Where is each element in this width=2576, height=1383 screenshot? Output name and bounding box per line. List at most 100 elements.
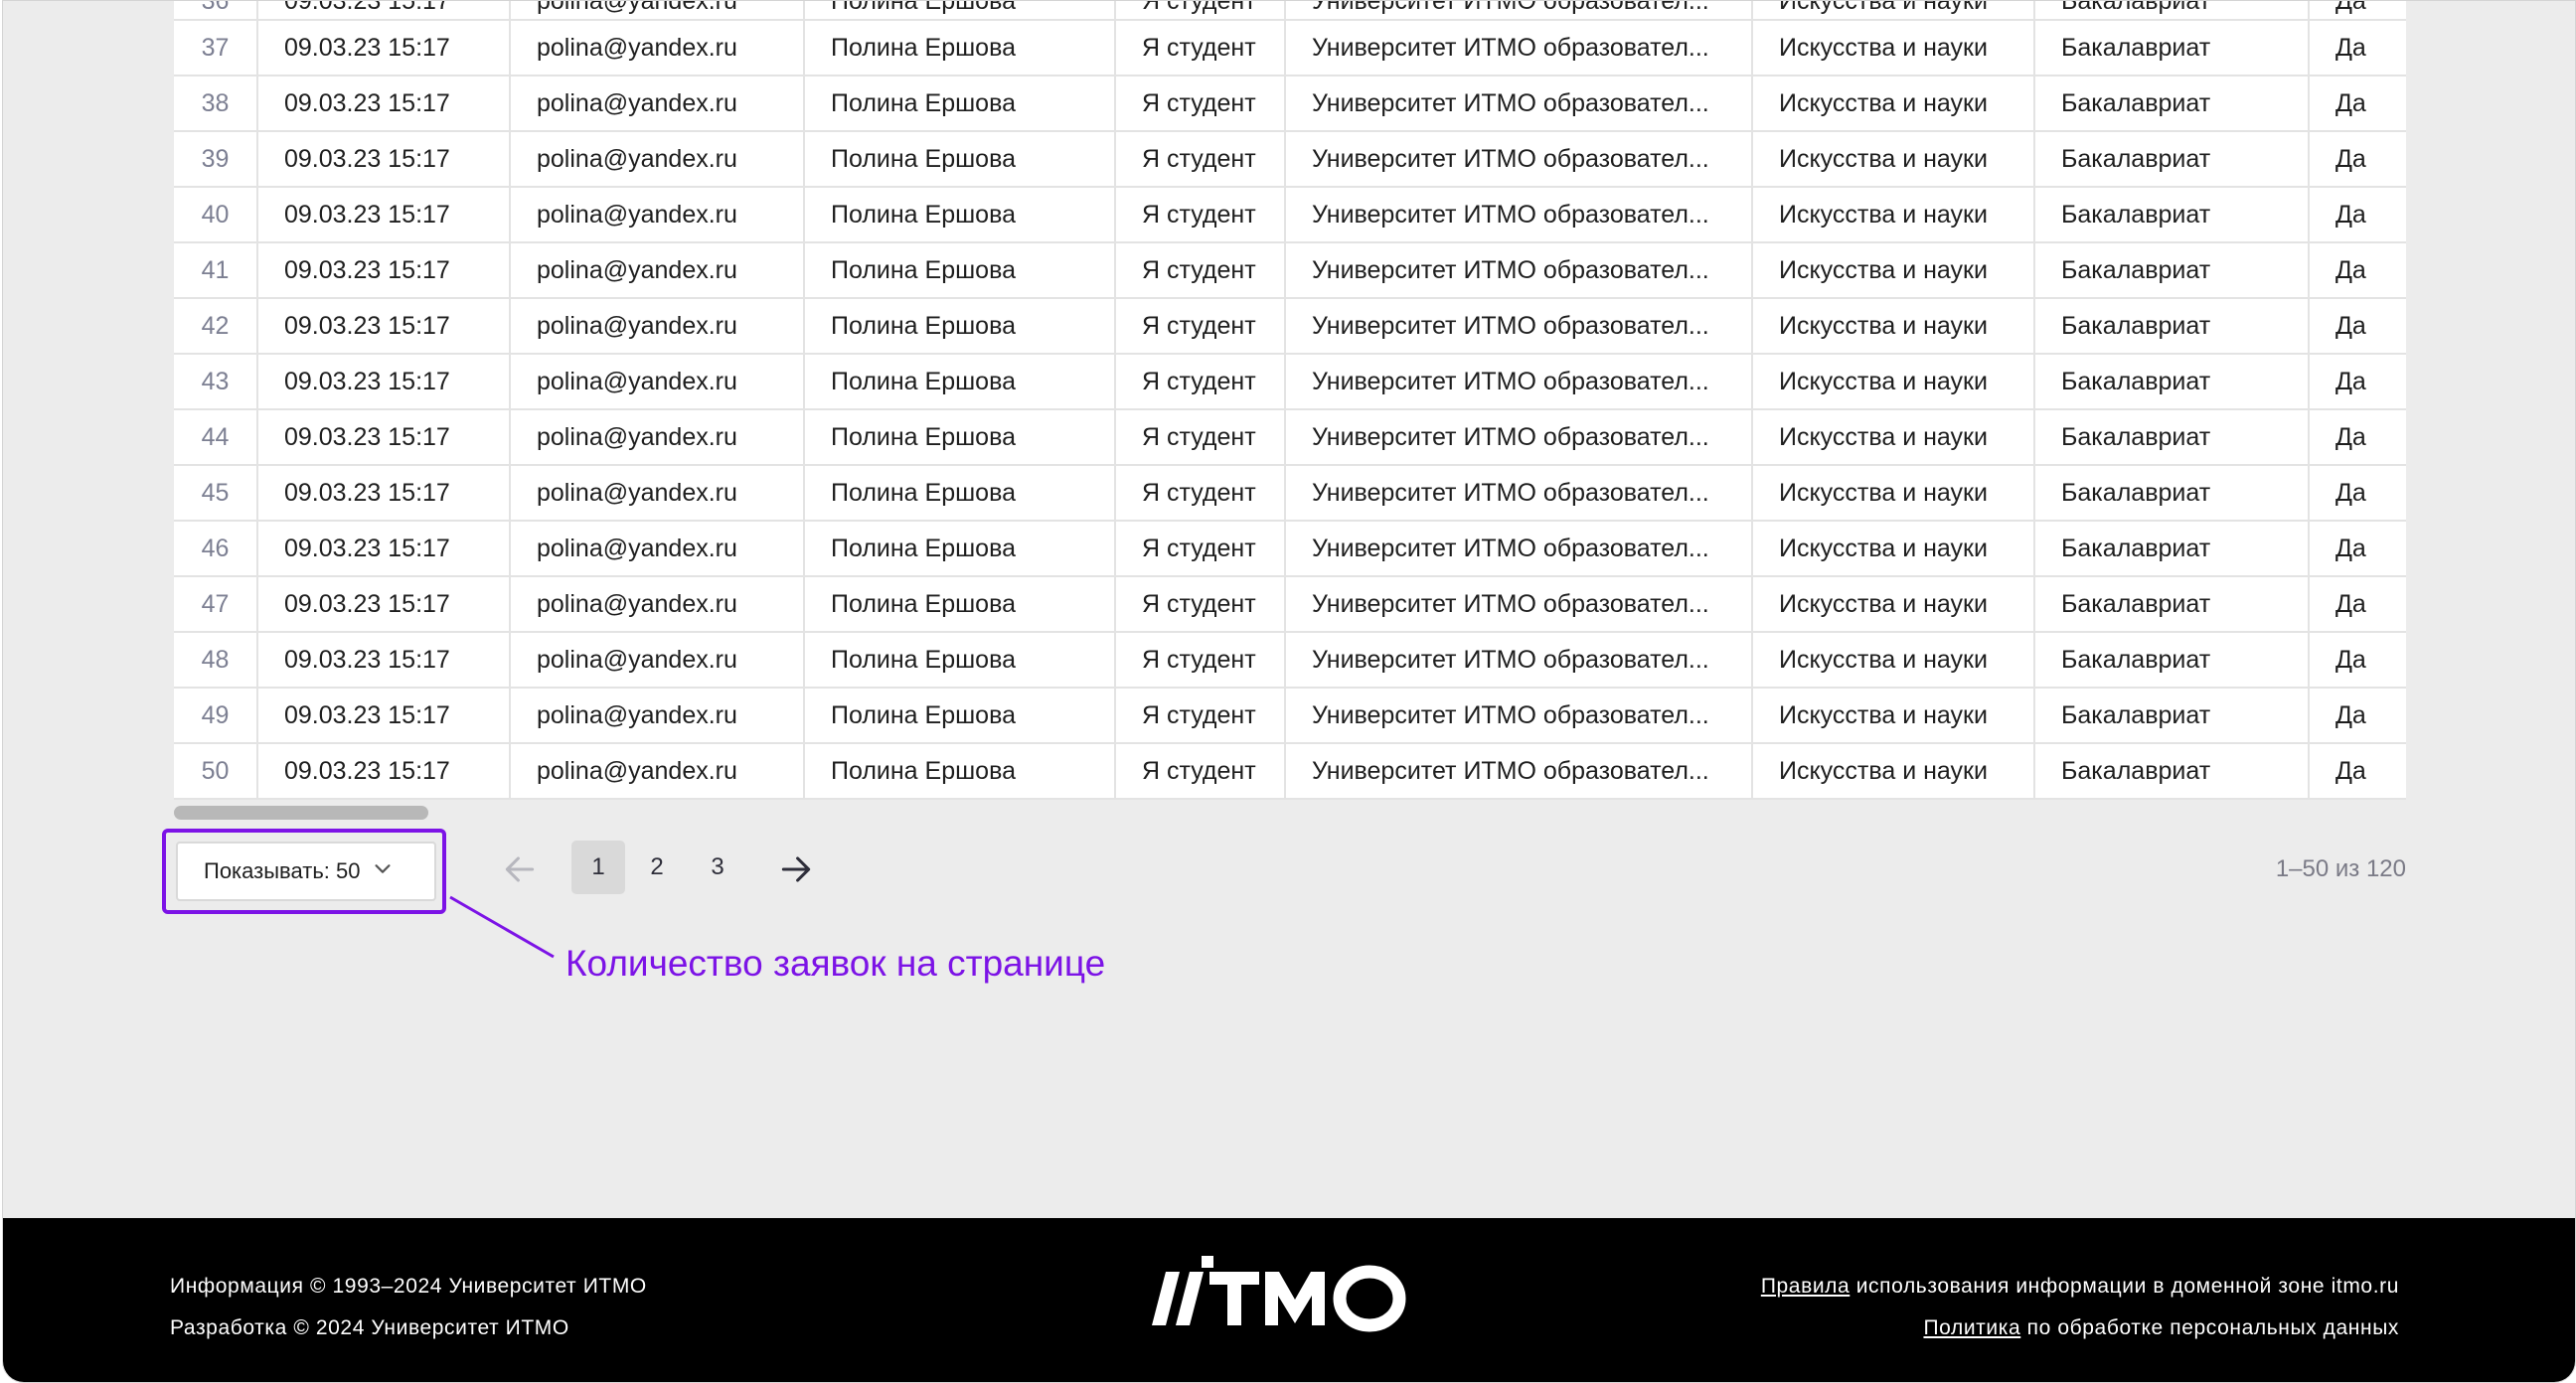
- status-cell: Я студент: [1115, 743, 1286, 800]
- level-cell: Бакалавриат: [2034, 576, 2310, 633]
- status-cell: Я студент: [1115, 131, 1286, 188]
- university-cell: Университет ИТМО образовател...: [1285, 242, 1753, 299]
- university-cell: Университет ИТМО образовател...: [1285, 576, 1753, 633]
- row-index: 43: [174, 354, 258, 410]
- scrollbar-thumb[interactable]: [174, 806, 428, 820]
- pagination-range: 1–50 из 120: [2275, 855, 2406, 882]
- table-row[interactable]: 40 09.03.23 15:17 polina@yandex.ru Полина Е…: [174, 187, 2406, 243]
- flag-cell: Да: [2309, 576, 2406, 633]
- table-row[interactable]: 48 09.03.23 15:17 polina@yandex.ru Полина Е…: [174, 632, 2406, 689]
- flag-cell: Да: [2309, 187, 2406, 243]
- row-index: 46: [174, 521, 258, 577]
- email-cell: polina@yandex.ru: [510, 743, 805, 800]
- name-cell: Полина Ершова: [804, 409, 1116, 466]
- field-cell: Искусства и науки: [1752, 354, 2035, 410]
- status-cell: Я студент: [1115, 354, 1286, 410]
- level-cell: Бакалавриат: [2034, 743, 2310, 800]
- table-row[interactable]: 45 09.03.23 15:17 polina@yandex.ru Полина Е…: [174, 465, 2406, 522]
- policy-text: по обработке персональных данных: [2020, 1316, 2399, 1339]
- submitted-at: 09.03.23 15:17: [257, 576, 511, 633]
- email-cell: polina@yandex.ru: [510, 576, 805, 633]
- university-cell: Университет ИТМО образовател...: [1285, 688, 1753, 744]
- name-cell: Полина Ершова: [804, 20, 1116, 77]
- name-cell: Полина Ершова: [804, 743, 1116, 800]
- university-cell: Университет ИТМО образовател...: [1285, 354, 1753, 410]
- submitted-at: 09.03.23 15:17: [257, 298, 511, 355]
- row-index: 44: [174, 409, 258, 466]
- university-cell: Университет ИТМО образовател...: [1285, 465, 1753, 522]
- level-cell: Бакалавриат: [2034, 187, 2310, 243]
- table-row[interactable]: 43 09.03.23 15:17 polina@yandex.ru Полина Е…: [174, 354, 2406, 410]
- row-index: 47: [174, 576, 258, 633]
- name-cell: Полина Ершова: [804, 521, 1116, 577]
- arrow-right-icon: [777, 850, 815, 893]
- table-row[interactable]: 36 09.03.23 15:17 polina@yandex.ru Полина Е…: [174, 1, 2406, 21]
- prev-page-button[interactable]: [494, 845, 546, 897]
- table-row[interactable]: 41 09.03.23 15:17 polina@yandex.ru Полина Е…: [174, 242, 2406, 299]
- university-cell: Университет ИТМО образовател...: [1285, 521, 1753, 577]
- status-cell: Я студент: [1115, 409, 1286, 466]
- horizontal-scrollbar[interactable]: [174, 806, 2406, 820]
- table-row[interactable]: 50 09.03.23 15:17 polina@yandex.ru Полина Е…: [174, 743, 2406, 800]
- submitted-at: 09.03.23 15:17: [257, 187, 511, 243]
- email-cell: polina@yandex.ru: [510, 298, 805, 355]
- rules-text: использования информации в доменной зоне…: [1850, 1275, 2399, 1298]
- footer-info: Информация © 1993–2024 Университет ИТМО: [170, 1275, 647, 1298]
- field-cell: Искусства и науки: [1752, 688, 2035, 744]
- page-3-button[interactable]: 3: [691, 841, 744, 894]
- table-row[interactable]: 38 09.03.23 15:17 polina@yandex.ru Полина Е…: [174, 76, 2406, 132]
- page-2-button[interactable]: 2: [630, 841, 684, 894]
- policy-link[interactable]: Политика: [1923, 1316, 2020, 1339]
- level-cell: Бакалавриат: [2034, 76, 2310, 132]
- university-cell: Университет ИТМО образовател...: [1285, 131, 1753, 188]
- field-cell: Искусства и науки: [1752, 409, 2035, 466]
- status-cell: Я студент: [1115, 576, 1286, 633]
- status-cell: Я студент: [1115, 76, 1286, 132]
- name-cell: Полина Ершова: [804, 576, 1116, 633]
- name-cell: Полина Ершова: [804, 298, 1116, 355]
- next-page-button[interactable]: [770, 845, 822, 897]
- field-cell: Искусства и науки: [1752, 131, 2035, 188]
- submitted-at: 09.03.23 15:17: [257, 354, 511, 410]
- itmo-logo[interactable]: [1146, 1254, 1424, 1333]
- level-cell: Бакалавриат: [2034, 632, 2310, 689]
- flag-cell: Да: [2309, 20, 2406, 77]
- table-row[interactable]: 49 09.03.23 15:17 polina@yandex.ru Полина Е…: [174, 688, 2406, 744]
- table-row[interactable]: 46 09.03.23 15:17 polina@yandex.ru Полина Е…: [174, 521, 2406, 577]
- table-row[interactable]: 37 09.03.23 15:17 polina@yandex.ru Полина Е…: [174, 20, 2406, 77]
- page-1-button[interactable]: 1: [571, 841, 625, 894]
- table-row[interactable]: 42 09.03.23 15:17 polina@yandex.ru Полина Е…: [174, 298, 2406, 355]
- footer-rules: Правила использования информации в домен…: [1761, 1266, 2399, 1307]
- level-cell: Бакалавриат: [2034, 521, 2310, 577]
- rules-link[interactable]: Правила: [1761, 1275, 1850, 1298]
- email-cell: polina@yandex.ru: [510, 688, 805, 744]
- field-cell: Искусства и науки: [1752, 76, 2035, 132]
- per-page-select[interactable]: Показывать: 50: [176, 842, 436, 901]
- submitted-at: 09.03.23 15:17: [257, 465, 511, 522]
- table: 36 09.03.23 15:17 polina@yandex.ru Полина Е…: [174, 1, 2406, 800]
- name-cell: Полина Ершова: [804, 688, 1116, 744]
- flag-cell: Да: [2309, 1, 2406, 21]
- email-cell: polina@yandex.ru: [510, 632, 805, 689]
- table-row[interactable]: 44 09.03.23 15:17 polina@yandex.ru Полина Е…: [174, 409, 2406, 466]
- email-cell: polina@yandex.ru: [510, 242, 805, 299]
- row-index: 50: [174, 743, 258, 800]
- submitted-at: 09.03.23 15:17: [257, 1, 511, 21]
- university-cell: Университет ИТМО образовател...: [1285, 187, 1753, 243]
- status-cell: Я студент: [1115, 242, 1286, 299]
- status-cell: Я студент: [1115, 20, 1286, 77]
- flag-cell: Да: [2309, 465, 2406, 522]
- level-cell: Бакалавриат: [2034, 465, 2310, 522]
- submitted-at: 09.03.23 15:17: [257, 688, 511, 744]
- table-row[interactable]: 39 09.03.23 15:17 polina@yandex.ru Полина Е…: [174, 131, 2406, 188]
- level-cell: Бакалавриат: [2034, 242, 2310, 299]
- university-cell: Университет ИТМО образовател...: [1285, 298, 1753, 355]
- field-cell: Искусства и науки: [1752, 187, 2035, 243]
- flag-cell: Да: [2309, 131, 2406, 188]
- field-cell: Искусства и науки: [1752, 521, 2035, 577]
- pagination: Показывать: 50 1 2 3 1–50 из 120: [3, 826, 2575, 915]
- table-row[interactable]: 47 09.03.23 15:17 polina@yandex.ru Полина Е…: [174, 576, 2406, 633]
- name-cell: Полина Ершова: [804, 465, 1116, 522]
- university-cell: Университет ИТМО образовател...: [1285, 743, 1753, 800]
- email-cell: polina@yandex.ru: [510, 354, 805, 410]
